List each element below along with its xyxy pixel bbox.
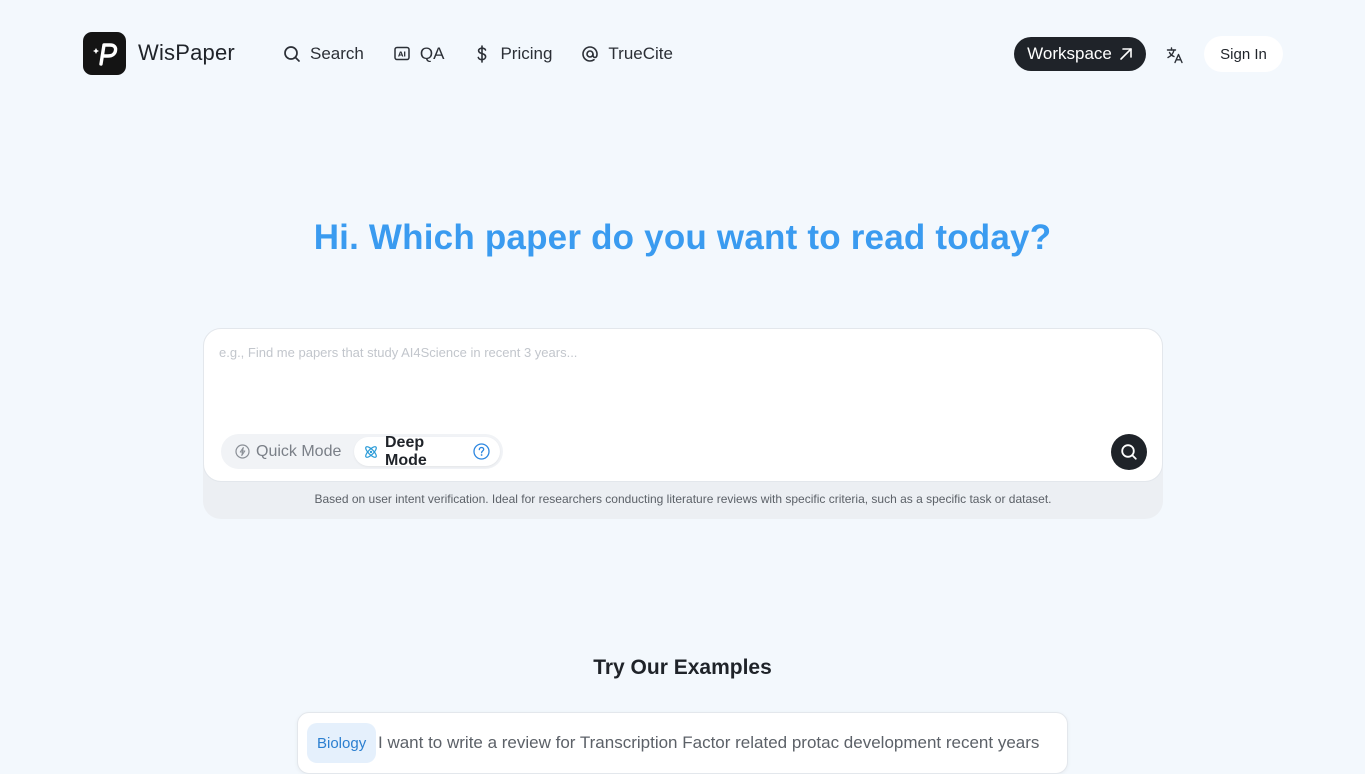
search-panel: Quick Mode Deep Mode Based on user inten… — [203, 328, 1163, 519]
nav-item-search[interactable]: Search — [282, 42, 364, 66]
search-icon — [1121, 444, 1137, 460]
examples-heading: Try Our Examples — [593, 656, 772, 679]
lightning-icon — [235, 444, 250, 459]
top-header: WisPaper Search AI QA Pricing TrueCite W… — [0, 0, 1365, 108]
help-circle-icon[interactable] — [473, 443, 490, 460]
translate-icon[interactable] — [1164, 44, 1186, 66]
atom-icon — [363, 444, 379, 460]
at-sign-icon — [580, 44, 600, 64]
main-nav: Search AI QA Pricing TrueCite — [282, 42, 701, 66]
deep-mode-label: Deep Mode — [385, 433, 427, 469]
sign-in-button[interactable]: Sign In — [1204, 36, 1283, 72]
deep-mode-button[interactable]: Deep Mode — [354, 434, 500, 469]
nav-item-label: TrueCite — [608, 44, 673, 63]
nav-item-label: Search — [310, 44, 364, 63]
example-item[interactable]: Biology I want to write a review for Tra… — [297, 712, 1068, 774]
arrow-up-right-icon — [1120, 48, 1132, 60]
quick-mode-label: Quick Mode — [256, 442, 342, 460]
quick-mode-button[interactable]: Quick Mode — [224, 437, 354, 466]
search-box: Quick Mode Deep Mode — [203, 328, 1163, 482]
example-query-text: I want to write a review for Transcripti… — [378, 733, 1040, 752]
ai-box-icon: AI — [392, 44, 412, 64]
page-title: Hi. Which paper do you want to read toda… — [313, 218, 1052, 257]
dollar-icon — [472, 44, 492, 64]
example-category-tag: Biology — [307, 723, 377, 763]
mode-description: Based on user intent verification. Ideal… — [314, 492, 1052, 506]
nav-item-truecite[interactable]: TrueCite — [580, 42, 673, 66]
nav-item-label: QA — [419, 44, 445, 63]
nav-item-qa[interactable]: AI QA — [392, 42, 445, 66]
nav-item-pricing[interactable]: Pricing — [472, 42, 552, 66]
search-icon — [282, 44, 302, 64]
wispaper-logo-icon[interactable] — [83, 32, 126, 75]
search-submit-button[interactable] — [1111, 434, 1147, 470]
brand-name[interactable]: WisPaper — [138, 40, 235, 66]
svg-text:AI: AI — [398, 51, 406, 59]
workspace-label: Workspace — [1027, 44, 1112, 63]
nav-item-label: Pricing — [500, 44, 553, 63]
search-input[interactable] — [219, 345, 1139, 425]
search-mode-toggle: Quick Mode Deep Mode — [221, 434, 503, 469]
workspace-button[interactable]: Workspace — [1014, 37, 1146, 71]
